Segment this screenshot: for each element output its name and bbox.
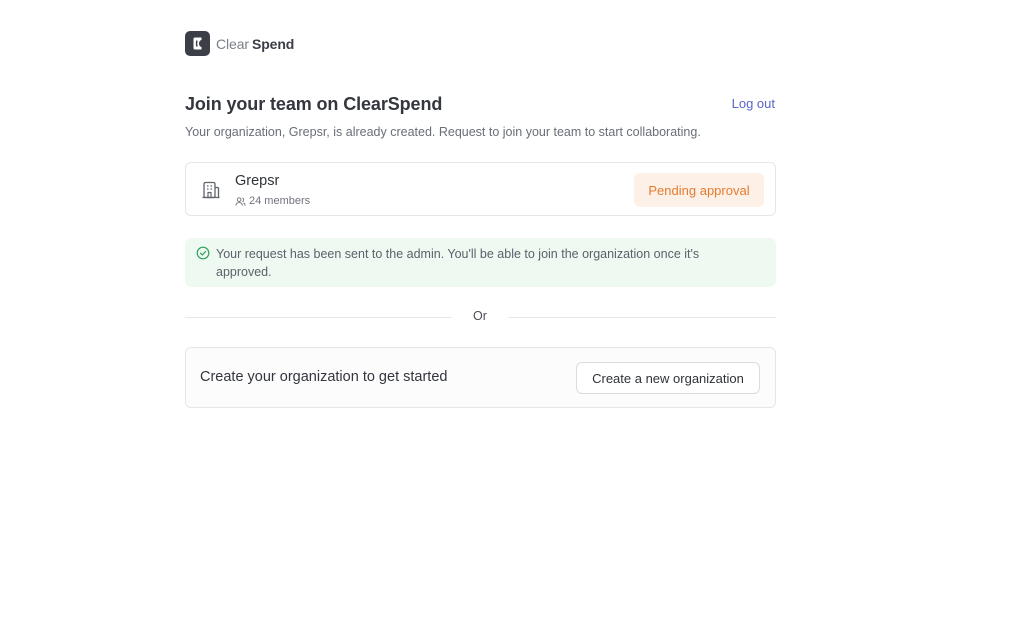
page-title: Join your team on ClearSpend bbox=[185, 94, 443, 114]
building-icon bbox=[202, 181, 220, 199]
create-organization-prompt: Create your organization to get started bbox=[200, 369, 448, 385]
divider-label: Or bbox=[473, 309, 487, 323]
organization-members: 24 members bbox=[235, 195, 310, 207]
status-badge: Pending approval bbox=[634, 173, 764, 207]
brand-name-bold: Spend bbox=[251, 35, 295, 52]
divider-line-left bbox=[185, 317, 452, 318]
users-icon bbox=[235, 196, 246, 206]
members-count: 24 members bbox=[249, 195, 311, 207]
page-subtitle: Your organization, Grepsr, is already cr… bbox=[185, 125, 701, 139]
organization-card: Grepsr 24 members Pending approval bbox=[185, 162, 776, 216]
clearspend-logo-icon bbox=[185, 31, 210, 56]
brand-logo: Clear Spend bbox=[185, 31, 294, 56]
brand-name: Clear Spend bbox=[216, 36, 294, 52]
join-team-page: Clear Spend Join your team on ClearSpend … bbox=[0, 0, 1024, 623]
create-organization-button[interactable]: Create a new organization bbox=[576, 362, 760, 394]
create-organization-card: Create your organization to get started … bbox=[185, 347, 776, 408]
check-circle-icon bbox=[196, 246, 210, 260]
request-sent-notice: Your request has been sent to the admin.… bbox=[185, 238, 776, 287]
divider-line-right bbox=[508, 317, 776, 318]
brand-name-light: Clear bbox=[216, 35, 249, 52]
organization-name: Grepsr bbox=[235, 173, 280, 189]
notice-text: Your request has been sent to the admin.… bbox=[216, 247, 700, 279]
logout-link[interactable]: Log out bbox=[732, 96, 775, 111]
